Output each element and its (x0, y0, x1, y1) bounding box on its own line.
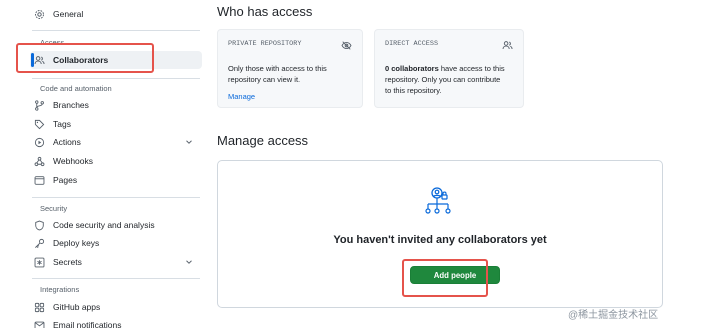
play-icon (32, 137, 46, 148)
manage-link[interactable]: Manage (228, 92, 352, 101)
main-content: Who has access PRIVATE REPOSITORY Only t… (217, 0, 697, 328)
collaborator-count: 0 collaborators (385, 64, 439, 73)
sidebar-item-label: Actions (53, 137, 81, 147)
branch-icon (32, 99, 46, 111)
who-has-access-heading: Who has access (217, 4, 313, 19)
browser-icon (32, 175, 46, 186)
manage-access-heading: Manage access (217, 133, 309, 148)
settings-sidebar: General Access Collaborators Code and au… (0, 0, 205, 328)
card-text-line: Only those with access to this (228, 64, 327, 73)
gear-icon (32, 9, 46, 20)
sidebar-item-label: Deploy keys (53, 238, 100, 248)
divider (32, 197, 200, 198)
section-label-integrations: Integrations (40, 285, 80, 294)
sidebar-item-label: General (53, 9, 84, 19)
card-heading: DIRECT ACCESS (385, 40, 439, 48)
sidebar-item-label: Branches (53, 100, 89, 110)
highlight-box-collaborators (16, 43, 154, 73)
card-text-line: 0 collaborators have access to this (385, 63, 513, 74)
eye-closed-icon (341, 40, 352, 54)
card-text-line: repository can view it. (228, 75, 301, 84)
highlight-box-add-people (402, 259, 488, 297)
card-heading: PRIVATE REPOSITORY (228, 40, 302, 48)
sidebar-item-general[interactable]: General (32, 3, 83, 25)
sidebar-item-label: Pages (53, 175, 78, 185)
mail-icon (32, 320, 46, 328)
private-repository-card: PRIVATE REPOSITORY Only those with acces… (217, 29, 363, 108)
section-label-security: Security (40, 204, 68, 213)
sidebar-item-label: Tags (53, 119, 71, 129)
sidebar-item-label: GitHub apps (53, 302, 101, 312)
divider (32, 78, 200, 79)
sidebar-item-pages[interactable]: Pages (32, 169, 77, 191)
sidebar-item-secrets[interactable]: Secrets (32, 251, 82, 273)
direct-access-card: DIRECT ACCESS 0 collaborators have acces… (374, 29, 524, 108)
watermark: @稀土掘金技术社区 (568, 310, 659, 321)
webhook-icon (32, 156, 46, 167)
sidebar-item-label: Webhooks (53, 156, 94, 166)
card-text-line: repository. Only you can contribute (385, 75, 501, 84)
sidebar-item-label: Secrets (53, 257, 82, 267)
apps-icon (32, 302, 46, 313)
sidebar-item-email-notifications[interactable]: Email notifications (32, 314, 122, 328)
tag-icon (32, 119, 46, 130)
people-icon (502, 40, 513, 54)
sidebar-item-label: Code security and analysis (53, 220, 155, 230)
section-label-code: Code and automation (40, 84, 112, 93)
chevron-down-icon[interactable] (184, 137, 194, 147)
shield-icon (32, 220, 46, 231)
sidebar-item-label: Email notifications (53, 320, 122, 328)
card-text-fragment: have access to this (438, 64, 505, 73)
manage-access-panel: You haven't invited any collaborators ye… (217, 160, 663, 308)
people-network-icon (425, 187, 451, 214)
card-text-line: to this repository. (385, 86, 442, 95)
empty-state-message: You haven't invited any collaborators ye… (333, 234, 547, 246)
chevron-down-icon[interactable] (184, 257, 194, 267)
key-icon (32, 238, 46, 249)
divider (32, 278, 200, 279)
asterisk-icon (32, 257, 46, 268)
divider (32, 30, 200, 31)
